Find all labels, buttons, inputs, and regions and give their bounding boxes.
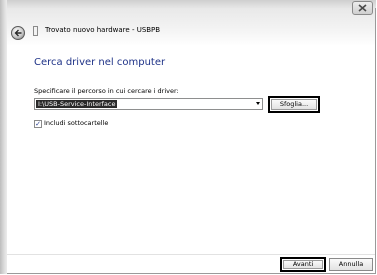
footer-divider xyxy=(7,254,375,255)
page-heading: Cerca driver nel computer xyxy=(34,57,166,68)
wizard-window: Trovato nuovo hardware - USBPB Cerca dri… xyxy=(0,0,376,274)
close-icon xyxy=(358,4,367,12)
include-subfolders-checkbox[interactable]: ✓ xyxy=(34,120,42,128)
path-input-value[interactable]: I:\USB-Service-Interface xyxy=(36,100,118,108)
next-button-label[interactable]: Avanti xyxy=(283,260,323,269)
next-button[interactable]: Avanti xyxy=(280,257,326,272)
close-button[interactable] xyxy=(352,1,373,15)
cancel-button[interactable]: Annulla xyxy=(329,258,373,271)
path-label: Specificare il percorso in cui cercare i… xyxy=(34,87,179,95)
path-combobox[interactable]: I:\USB-Service-Interface xyxy=(34,98,263,110)
checkmark-icon: ✓ xyxy=(35,120,41,128)
window-title: Trovato nuovo hardware - USBPB xyxy=(45,26,161,34)
browse-button[interactable]: Sfoglia... xyxy=(268,96,320,113)
include-subfolders-label[interactable]: Includi sottocartelle xyxy=(44,119,108,127)
back-arrow-icon xyxy=(14,29,21,37)
dropdown-arrow-icon[interactable] xyxy=(256,102,260,105)
browse-button-label[interactable]: Sfoglia... xyxy=(271,99,317,110)
window-frame-left xyxy=(0,0,7,274)
hardware-device-icon xyxy=(33,26,38,36)
window-frame-top xyxy=(0,0,376,8)
back-button[interactable] xyxy=(11,26,25,40)
